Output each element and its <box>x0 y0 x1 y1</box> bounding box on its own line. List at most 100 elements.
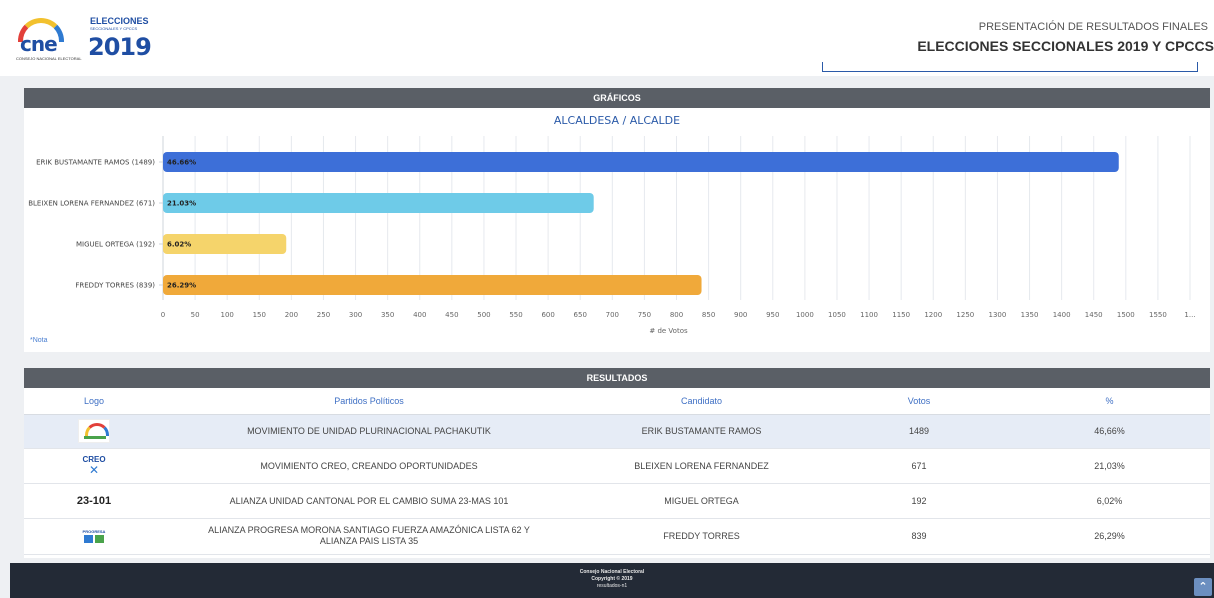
percent-cell: 21,03% <box>1009 448 1210 484</box>
candidate-cell: ERIK BUSTAMANTE RAMOS <box>574 414 829 449</box>
footer-copyright: Copyright © 2019 <box>591 576 633 582</box>
x-axis-title: # de Votos <box>649 327 688 335</box>
x-tick-label: 1150 <box>892 311 910 319</box>
x-tick-label: 1200 <box>924 311 942 319</box>
selector-box-edge <box>822 62 1198 72</box>
x-tick-label: 550 <box>509 311 522 319</box>
column-header-party: Partidos Políticos <box>164 388 574 415</box>
logo-cell: 23-101 <box>24 483 164 519</box>
results-table: Logo Partidos Políticos Candidato Votos … <box>24 388 1210 555</box>
candidate-cell: MIGUEL ORTEGA <box>574 483 829 519</box>
x-tick-label: 750 <box>638 311 651 319</box>
x-tick-label: 1300 <box>989 311 1007 319</box>
logo-cell <box>24 414 164 449</box>
x-tick-label: 1050 <box>828 311 846 319</box>
x-tick-label: 450 <box>445 311 458 319</box>
header-subtitle: PRESENTACIÓN DE RESULTADOS FINALES <box>978 21 1208 33</box>
elecciones-logo-year: 2019 <box>88 33 152 61</box>
logo-cell: CREO ✕ <box>24 448 164 484</box>
bar-data-label: 21.03% <box>167 200 196 208</box>
votes-bar-chart: 0 50 100 150 200 250 300 350 400 450 500 550 600 650 7… <box>28 136 1196 335</box>
x-tick-label: 650 <box>574 311 587 319</box>
column-header-logo: Logo <box>24 388 164 415</box>
percent-cell: 6,02% <box>1009 483 1210 519</box>
x-tick-label: 950 <box>766 311 779 319</box>
x-tick-label: 1550 <box>1149 311 1167 319</box>
results-header-row: Logo Partidos Políticos Candidato Votos … <box>24 388 1210 415</box>
election-logo: cne CONSEJO NACIONAL ELECTORAL ELECCIONE… <box>16 14 156 62</box>
chart-note-link[interactable]: *Nota <box>30 337 48 344</box>
x-tick-label: 800 <box>670 311 683 319</box>
votes-cell: 192 <box>829 483 1009 519</box>
bar-data-label: 26.29% <box>167 282 196 290</box>
x-tick-label: 1350 <box>1021 311 1039 319</box>
column-header-candidate: Candidato <box>574 388 829 415</box>
x-tick-label: 200 <box>285 311 298 319</box>
results-panel-header: RESULTADOS <box>24 368 1210 388</box>
cne-logo-subtext: CONSEJO NACIONAL ELECTORAL <box>16 56 82 61</box>
x-tick-label: 50 <box>191 311 200 319</box>
footer-org: Consejo Nacional Electoral <box>579 569 645 575</box>
category-label: MIGUEL ORTEGA (192) <box>76 241 155 249</box>
table-row: PROGRESA ALIANZA PROGRESA MORONA SANTIAG… <box>24 518 1210 555</box>
x-tick-label: 400 <box>413 311 426 319</box>
party-cell: MOVIMIENTO DE UNIDAD PLURINACIONAL PACHA… <box>164 414 574 449</box>
x-tick-label: 1450 <box>1085 311 1103 319</box>
x-tick-label: 1000 <box>796 311 814 319</box>
votes-cell: 671 <box>829 448 1009 484</box>
footer-build: resultados-n1 <box>596 583 628 589</box>
x-tick-label: 300 <box>349 311 362 319</box>
column-header-percent: % <box>1009 388 1210 415</box>
chevron-up-icon: ⌃ <box>1198 580 1208 593</box>
bar <box>163 193 594 213</box>
cne-logo-text: cne <box>20 32 58 56</box>
x-tick-label: 0 <box>161 311 165 319</box>
chart-title: ALCALDESA / ALCALDE <box>553 114 681 127</box>
x-tick-label: 1... <box>1184 311 1195 319</box>
results-panel: RESULTADOS Logo Partidos Políticos Candi… <box>24 368 1210 558</box>
progresa-logo-text: PROGRESA <box>82 529 106 534</box>
party-cell: ALIANZA UNIDAD CANTONAL POR EL CAMBIO SU… <box>164 483 574 519</box>
party-cell: ALIANZA PROGRESA MORONA SANTIAGO FUERZA … <box>164 518 574 555</box>
percent-cell: 46,66% <box>1009 414 1210 449</box>
logo-cell: PROGRESA <box>24 518 164 555</box>
x-tick-label: 1500 <box>1117 311 1135 319</box>
creo-logo-icon: CREO ✕ <box>79 455 109 476</box>
bar <box>163 152 1119 172</box>
table-row: 23-101 ALIANZA UNIDAD CANTONAL POR EL CA… <box>24 483 1210 519</box>
creo-mark-icon: ✕ <box>88 463 100 477</box>
page-title: ELECCIONES SECCIONALES 2019 Y CPCCS <box>917 38 1214 54</box>
party-line-2: ALIANZA PAIS LISTA 35 <box>319 536 419 546</box>
votes-cell: 1489 <box>829 414 1009 449</box>
x-tick-label: 700 <box>606 311 619 319</box>
pachakutik-logo-icon <box>78 419 110 443</box>
x-tick-label: 1400 <box>1053 311 1071 319</box>
party-line-1: ALIANZA PROGRESA MORONA SANTIAGO FUERZA … <box>208 525 530 535</box>
category-label: BLEIXEN LORENA FERNANDEZ (671) <box>28 200 155 208</box>
x-tick-label: 850 <box>702 311 715 319</box>
column-header-votes: Votos <box>829 388 1009 415</box>
elecciones-logo-text: ELECCIONES <box>90 16 149 26</box>
votes-cell: 839 <box>829 518 1009 555</box>
page-footer: Consejo Nacional Electoral Copyright © 2… <box>10 563 1214 598</box>
elecciones-logo-subtext: SECCIONALES Y CPCCS <box>90 26 138 31</box>
table-row: CREO ✕ MOVIMIENTO CREO, CREANDO OPORTUNID… <box>24 448 1210 484</box>
x-tick-label: 150 <box>253 311 266 319</box>
charts-panel-header: GRÁFICOS <box>24 88 1210 108</box>
scroll-top-button[interactable]: ⌃ <box>1194 578 1212 596</box>
x-tick-label: 500 <box>477 311 490 319</box>
candidate-cell: BLEIXEN LORENA FERNANDEZ <box>574 448 829 484</box>
progresa-mark-icon <box>84 535 104 543</box>
party-cell: MOVIMIENTO CREO, CREANDO OPORTUNIDADES <box>164 448 574 484</box>
bar-data-label: 46.66% <box>167 159 196 167</box>
bar-data-label: 6.02% <box>167 241 191 249</box>
list-number-logo: 23-101 <box>76 494 112 507</box>
bar <box>163 275 702 295</box>
x-tick-label: 600 <box>541 311 554 319</box>
x-tick-label: 1100 <box>860 311 878 319</box>
progresa-logo-icon: PROGRESA <box>81 529 107 543</box>
charts-panel: GRÁFICOS ALCALDESA / ALCALDE 0 50 100 150 20… <box>24 88 1210 352</box>
x-tick-label: 250 <box>317 311 330 319</box>
x-tick-label: 100 <box>221 311 234 319</box>
category-label: FREDDY TORRES (839) <box>75 282 155 290</box>
